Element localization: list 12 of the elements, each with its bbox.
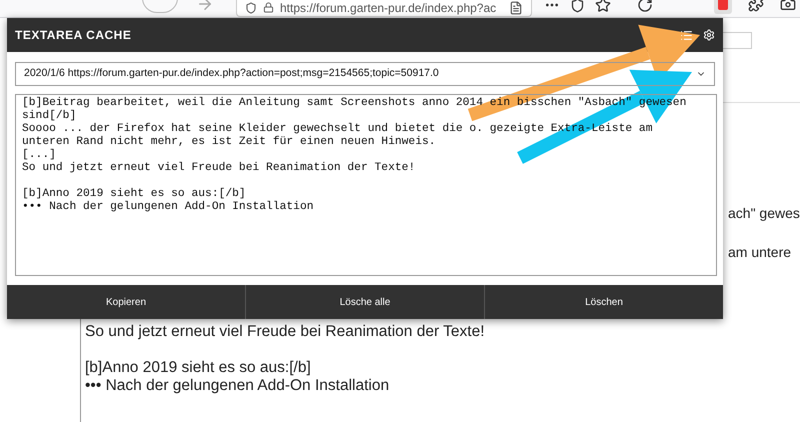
page-text: So und jetzt erneut viel Freude bei Reanimation der Texte!	[85, 323, 486, 341]
url-bar[interactable]: https://forum.garten-pur.de/index.php?ac	[236, 0, 532, 17]
page-text: ach" gewes	[728, 204, 800, 223]
page-text: am untere	[728, 243, 792, 262]
url-text: https://forum.garten-pur.de/index.php?ac	[280, 0, 496, 14]
page-text: [b]Anno 2019 sieht es so aus:[/b]	[85, 359, 312, 377]
entry-dropdown[interactable]: 2020/1/6 https://forum.garten-pur.de/index.php?action=post;msg=2154565;topic=50917.0	[15, 62, 715, 86]
popup-title: TEXTAREA CACHE	[15, 27, 132, 44]
action-button[interactable]: Lösche alle	[245, 285, 484, 319]
action-button[interactable]: Kopieren	[7, 285, 245, 319]
page-text: ••• Nach der gelungenen Add-On Installation	[85, 377, 390, 395]
action-button[interactable]: Löschen	[484, 285, 723, 319]
